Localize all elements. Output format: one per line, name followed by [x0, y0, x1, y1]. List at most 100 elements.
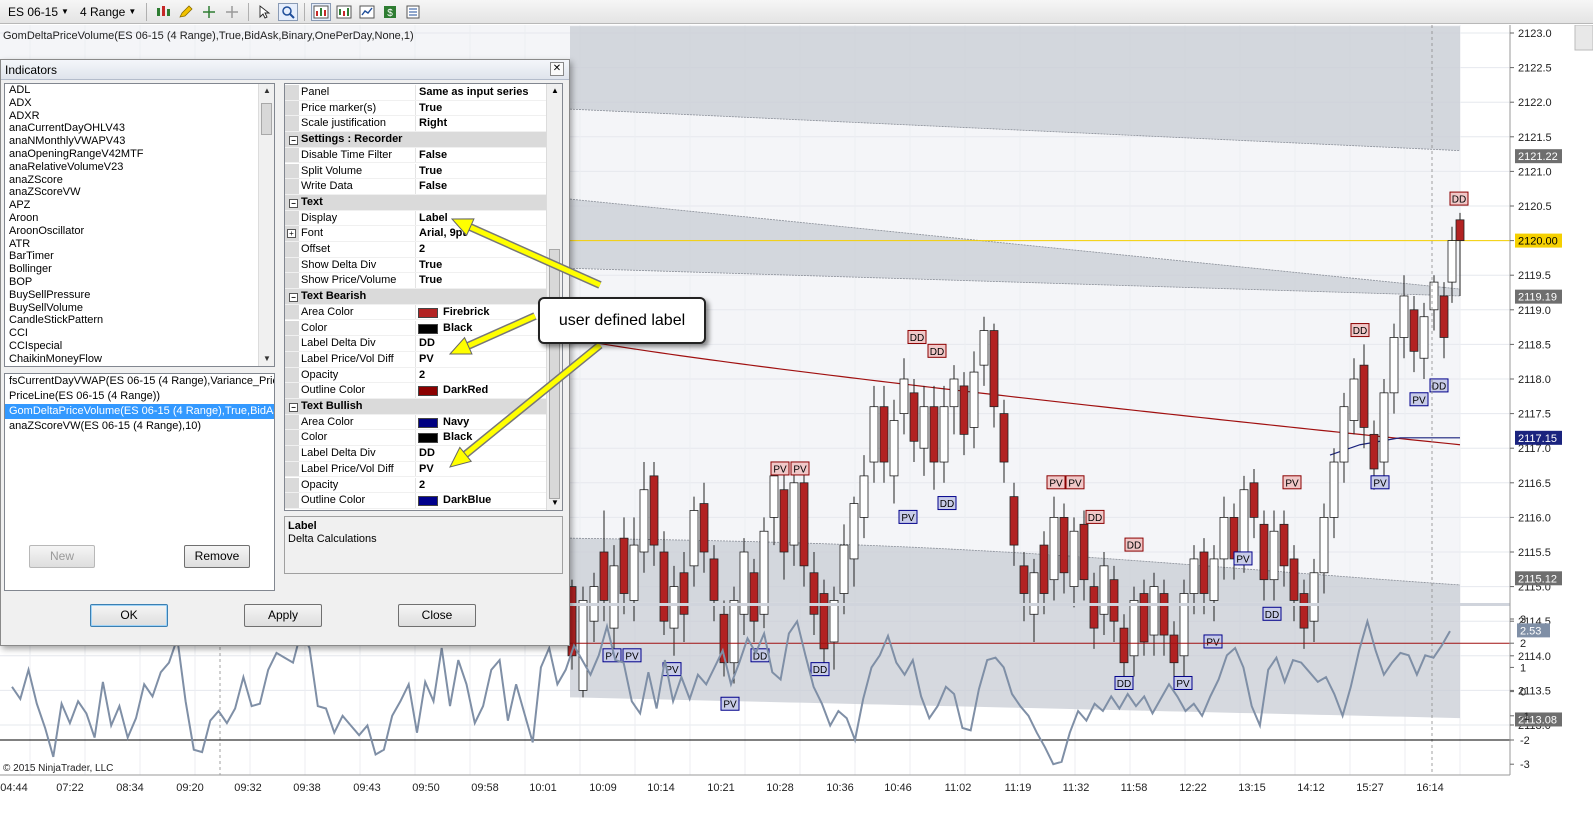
property-value[interactable]: True [419, 102, 442, 114]
indicator-list-item[interactable]: APZ [5, 199, 274, 212]
applied-indicator-item[interactable]: PriceLine(ES 06-15 (4 Range)) [5, 389, 274, 404]
property-row[interactable]: Area Color Navy [285, 414, 546, 431]
property-value[interactable]: Black [443, 431, 472, 443]
properties-icon[interactable] [403, 3, 423, 21]
property-row[interactable]: Outline Color DarkRed [285, 383, 546, 399]
property-row[interactable]: Opacity 2 [285, 477, 546, 494]
scroll-up-icon[interactable]: ▲ [547, 84, 562, 98]
global-crosshair-icon[interactable] [222, 3, 242, 21]
property-value[interactable]: 2 [419, 369, 425, 381]
scroll-down-icon[interactable]: ▼ [547, 496, 562, 510]
available-indicators-list[interactable]: ADL ADX ADXR anaCurrentDayOHLV43 anaNMonthly… [4, 83, 275, 367]
property-value[interactable]: PV [419, 463, 434, 475]
indicator-list-item[interactable]: anaZScoreVW [5, 186, 274, 199]
zoom-icon[interactable] [278, 2, 299, 21]
property-category[interactable]: − Settings : Recorder [285, 132, 546, 148]
collapse-icon[interactable]: − [289, 136, 298, 146]
indicator-list-item[interactable]: Aroon [5, 212, 274, 225]
indicator-list-item[interactable]: CandleStickPattern [5, 314, 274, 327]
property-value[interactable]: Same as input series [419, 86, 528, 98]
property-row[interactable]: Label Price/Vol Diff PV [285, 351, 546, 368]
property-row[interactable]: Label Price/Vol Diff PV [285, 461, 546, 478]
indicator-list-item[interactable]: ATR [5, 238, 274, 251]
property-row[interactable]: Outline Color DarkBlue [285, 493, 546, 509]
property-row[interactable]: Price marker(s) True [285, 100, 546, 117]
property-value[interactable]: Arial, 9pt [419, 227, 466, 239]
property-row[interactable]: Panel Same as input series [285, 85, 546, 101]
strategies-icon[interactable] [334, 3, 354, 21]
ok-button[interactable]: OK [90, 604, 168, 627]
property-row[interactable]: Show Price/Volume True [285, 273, 546, 290]
property-row[interactable]: Write Data False [285, 179, 546, 195]
property-value[interactable]: DarkBlue [443, 494, 491, 506]
indicator-list-scrollbar[interactable]: ▲ ▼ [258, 84, 274, 366]
scroll-down-icon[interactable]: ▼ [259, 352, 274, 366]
property-category[interactable]: − Text Bullish [285, 399, 546, 415]
property-value[interactable]: Label [419, 212, 448, 224]
indicator-list-item[interactable]: ChaikinMoneyFlow [5, 353, 274, 366]
property-value[interactable]: True [419, 274, 442, 286]
property-value[interactable]: True [419, 165, 442, 177]
property-row[interactable]: Label Delta Div DD [285, 446, 546, 462]
scroll-thumb[interactable] [549, 249, 560, 499]
indicator-list-item[interactable]: anaCurrentDayOHLV43 [5, 122, 274, 135]
instrument-selector[interactable]: ES 06-15 ▼ [4, 3, 73, 21]
indicator-list-item[interactable]: anaOpeningRangeV42MTF [5, 148, 274, 161]
property-row[interactable]: Display Label [285, 210, 546, 227]
scroll-thumb[interactable] [261, 103, 272, 135]
property-row[interactable]: Opacity 2 [285, 367, 546, 384]
collapse-icon[interactable]: − [289, 293, 298, 303]
property-value[interactable]: False [419, 180, 447, 192]
scroll-up-icon[interactable]: ▲ [259, 84, 274, 98]
indicator-list-item[interactable]: ADL [5, 84, 274, 97]
property-value[interactable]: 2 [419, 479, 425, 491]
property-value[interactable]: DD [419, 447, 435, 459]
drawing-pencil-icon[interactable] [176, 3, 196, 21]
indicator-list-item[interactable]: BuySellPressure [5, 289, 274, 302]
indicator-list-item[interactable]: CCIspecial [5, 340, 274, 353]
property-grid[interactable]: Panel Same as input series Price marker(s)… [284, 83, 563, 511]
property-value[interactable]: Black [443, 322, 472, 334]
property-category[interactable]: − Text [285, 194, 546, 211]
collapse-icon[interactable]: − [289, 403, 298, 412]
indicator-list-item[interactable]: anaZScore [5, 174, 274, 187]
data-box-icon[interactable]: $ [380, 3, 400, 21]
indicator-list-item[interactable]: BuySellVolume [5, 302, 274, 315]
applied-indicator-item[interactable]: anaZScoreVW(ES 06-15 (4 Range),10) [5, 419, 274, 434]
apply-button[interactable]: Apply [244, 604, 322, 627]
property-value[interactable]: DD [419, 337, 435, 349]
property-row[interactable]: Color Black [285, 430, 546, 447]
property-row[interactable]: Area Color Firebrick [285, 304, 546, 321]
property-value[interactable]: PV [419, 353, 434, 365]
property-category[interactable]: − Text Bearish [285, 289, 546, 305]
indicator-list-item[interactable]: CCI [5, 327, 274, 340]
property-row[interactable]: Split Volume True [285, 163, 546, 180]
indicator-list-item[interactable]: AroonOscillator [5, 225, 274, 238]
property-row[interactable]: Color Black [285, 320, 546, 337]
property-value[interactable]: Right [419, 117, 447, 129]
cursor-icon[interactable] [255, 3, 275, 21]
expand-icon[interactable]: + [287, 229, 296, 239]
property-row[interactable]: Disable Time Filter False [285, 147, 546, 164]
indicator-list-item[interactable]: BarTimer [5, 250, 274, 263]
crosshair-icon[interactable] [199, 3, 219, 21]
indicator-list-item[interactable]: ADX [5, 97, 274, 110]
chart-properties-icon[interactable] [357, 3, 377, 21]
property-row[interactable]: + Font Arial, 9pt [285, 226, 546, 242]
property-row[interactable]: Scale justification Right [285, 116, 546, 133]
property-value[interactable]: False [419, 149, 447, 161]
property-value[interactable]: True [419, 259, 442, 271]
property-value[interactable]: DarkRed [443, 384, 488, 396]
indicator-list-item[interactable]: Bollinger [5, 263, 274, 276]
period-selector[interactable]: 4 Range ▼ [76, 3, 140, 21]
bar-style-icon[interactable] [153, 3, 173, 21]
remove-button[interactable]: Remove [184, 545, 250, 568]
property-value[interactable]: 2 [419, 243, 425, 255]
close-icon[interactable]: ✕ [550, 62, 564, 76]
close-button[interactable]: Close [398, 604, 476, 627]
indicator-list-item[interactable]: ADXR [5, 110, 274, 123]
applied-indicator-item[interactable]: fsCurrentDayVWAP(ES 06-15 (4 Range),Vari… [5, 374, 274, 389]
indicator-list-item[interactable]: BOP [5, 276, 274, 289]
property-row[interactable]: Show Delta Div True [285, 257, 546, 274]
indicator-list-item[interactable]: anaRelativeVolumeV23 [5, 161, 274, 174]
